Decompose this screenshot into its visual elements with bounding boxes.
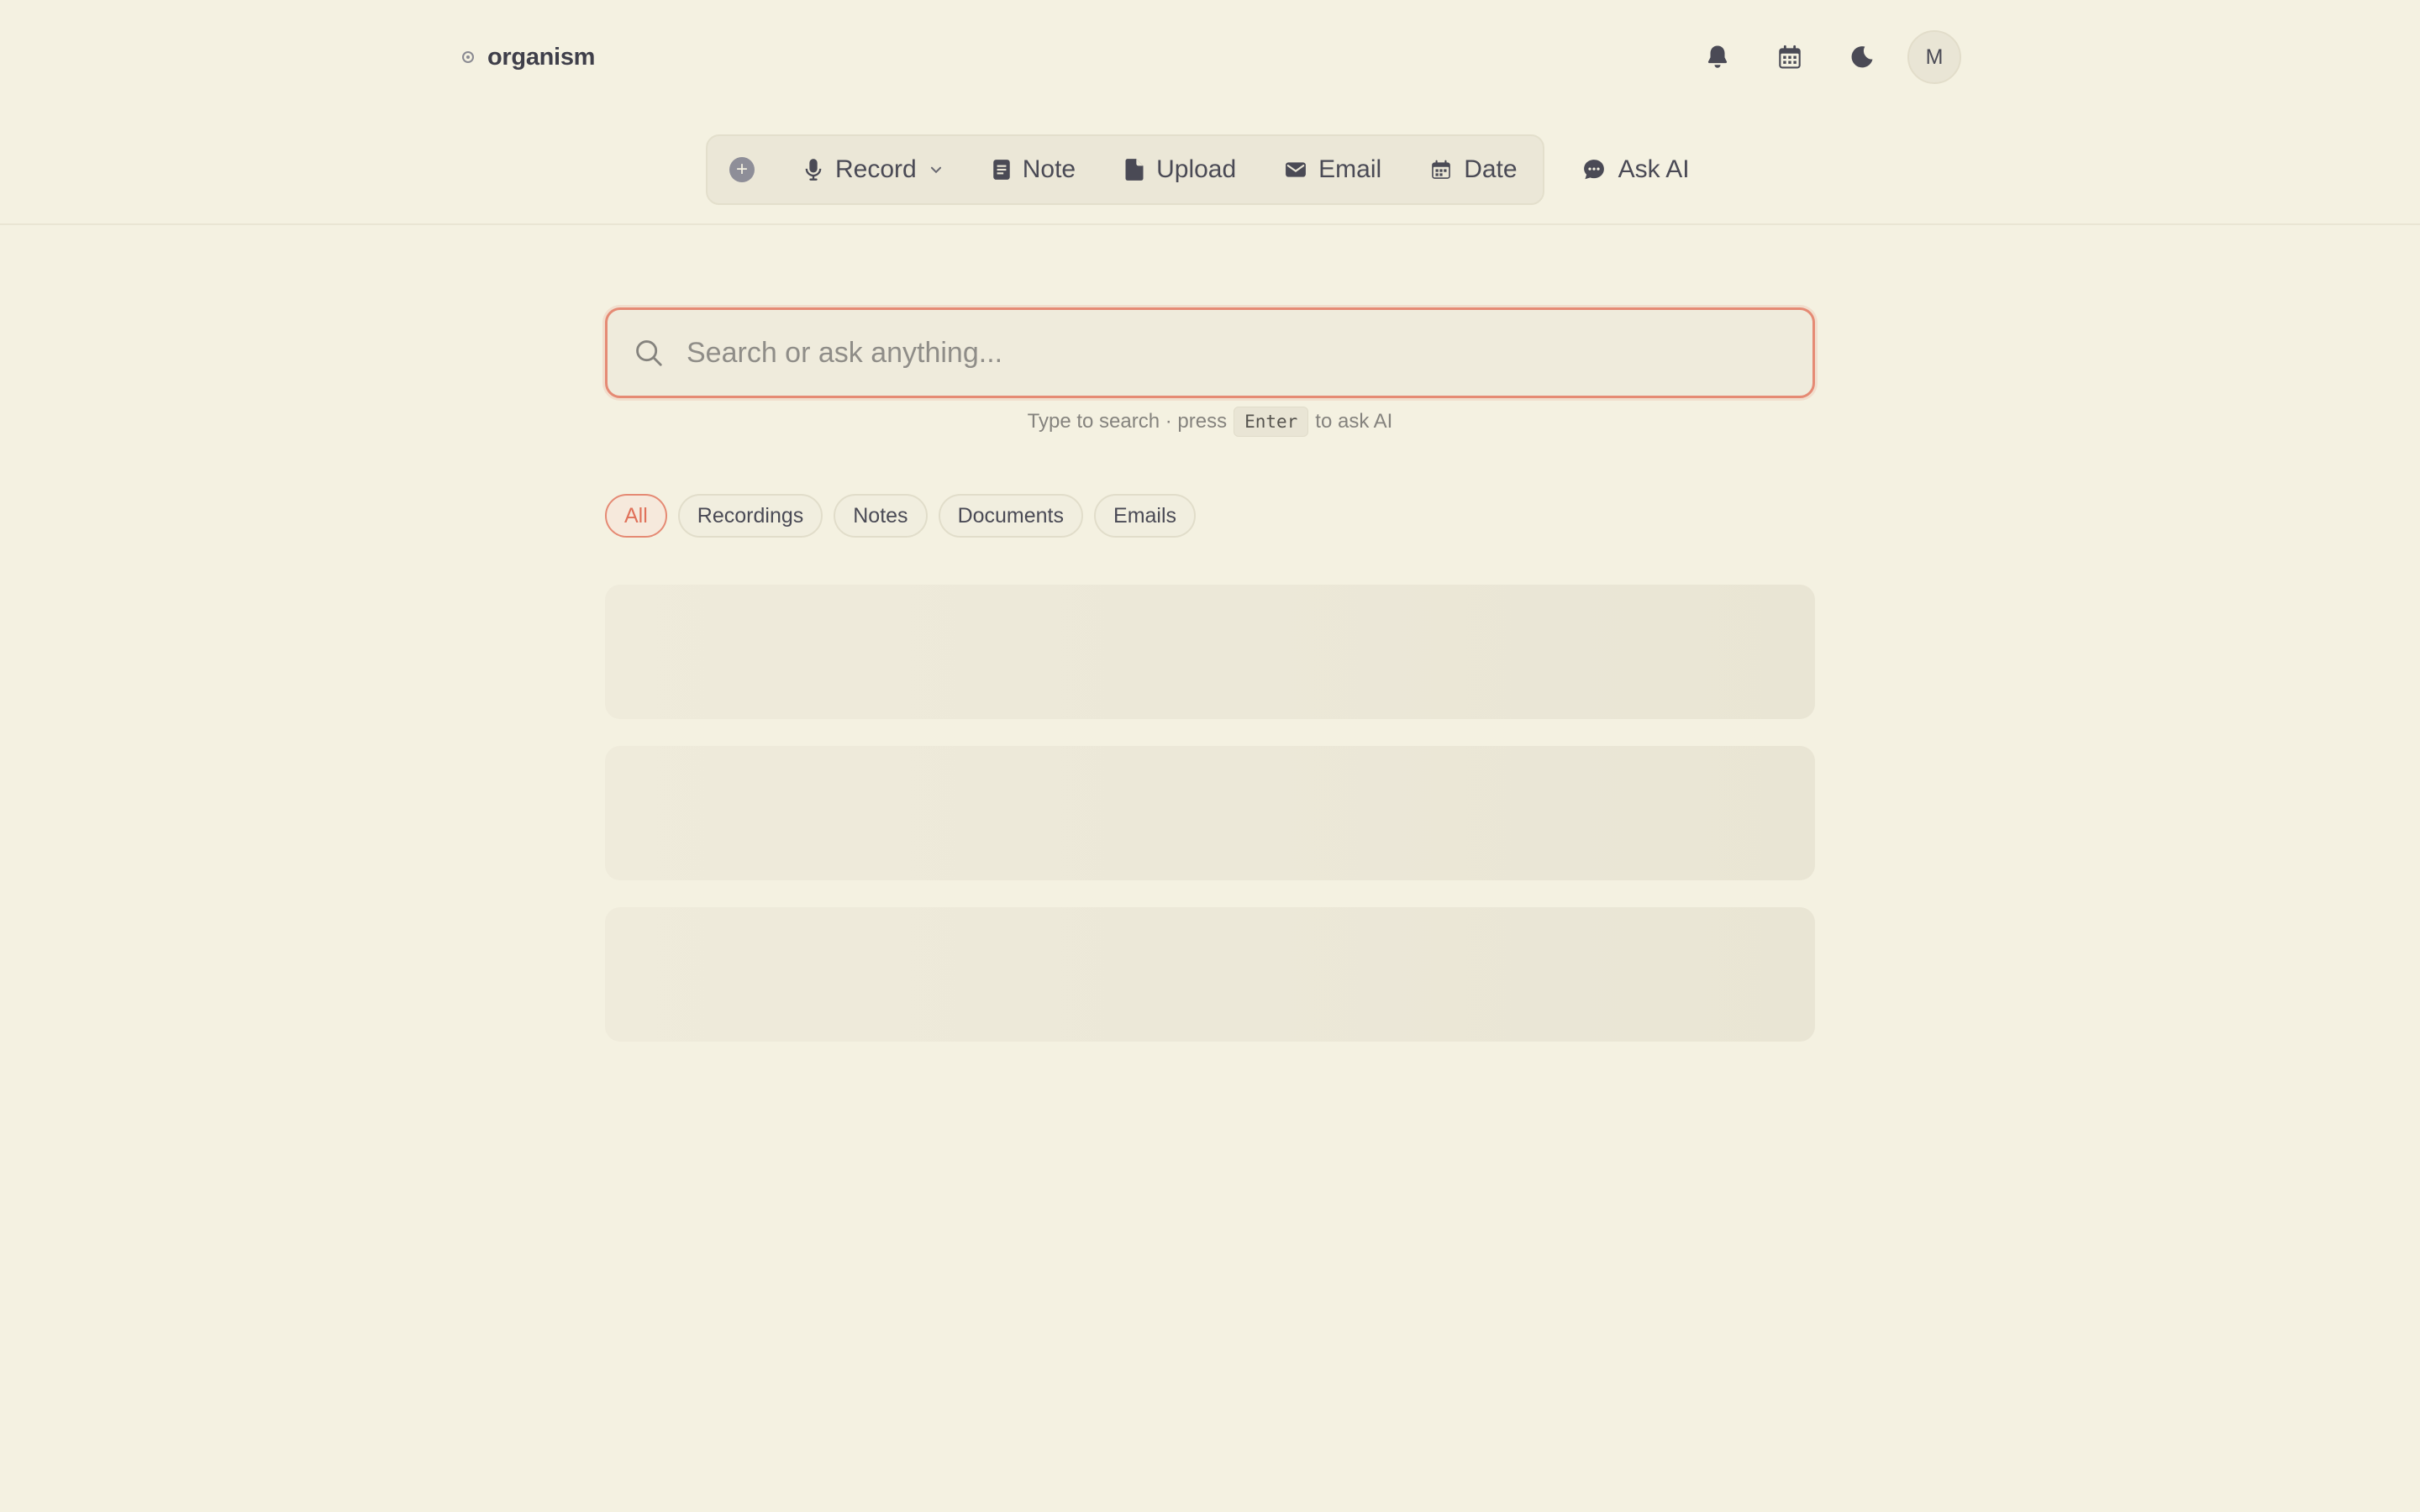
bell-icon (1707, 45, 1728, 68)
filter-chip-recordings[interactable]: Recordings (677, 494, 823, 538)
ask-ai-button[interactable]: Ask AI (1581, 144, 1690, 195)
plus-circle-icon[interactable]: + (729, 157, 755, 182)
loading-skeleton-card (605, 585, 1815, 719)
date-label: Date (1464, 155, 1518, 183)
record-label: Record (835, 155, 917, 183)
note-button[interactable]: Note (981, 144, 1087, 195)
email-label: Email (1318, 155, 1382, 183)
loading-skeleton-card (605, 746, 1815, 880)
upload-button[interactable]: Upload (1113, 144, 1248, 195)
search-input[interactable] (685, 319, 1812, 386)
hint-suffix: to ask AI (1315, 410, 1393, 433)
quick-actions-toolbar: + Record Note Upload Email Date Ask AI (706, 134, 1690, 205)
user-avatar[interactable]: M (1907, 30, 1961, 84)
logo-icon (462, 51, 474, 63)
envelope-icon (1286, 162, 1307, 177)
app-logo[interactable]: organism (462, 39, 595, 76)
calendar-icon (1432, 160, 1451, 179)
calendar-icon (1779, 45, 1801, 69)
filter-chip-notes[interactable]: Notes (834, 494, 928, 538)
app-header: organism M + Record Note Upload Email Da… (0, 0, 2420, 225)
note-label: Note (1022, 155, 1076, 183)
chat-bubble-icon (1583, 160, 1604, 180)
header-actions: M (1691, 30, 1961, 84)
loading-skeleton-card (605, 907, 1815, 1042)
record-button[interactable]: Record (792, 144, 955, 195)
calendar-button[interactable] (1763, 30, 1817, 84)
search-bar[interactable] (605, 307, 1815, 398)
email-button[interactable]: Email (1273, 144, 1393, 195)
enter-key-badge: Enter (1234, 407, 1309, 437)
search-hint: Type to search · press Enter to ask AI (605, 407, 1815, 437)
date-button[interactable]: Date (1418, 144, 1528, 195)
hint-prefix: Type to search · press (1027, 410, 1228, 433)
moon-icon (1851, 46, 1873, 68)
microphone-icon (805, 159, 822, 181)
upload-label: Upload (1156, 155, 1237, 183)
filter-chip-documents[interactable]: Documents (938, 494, 1084, 538)
filter-chips: All Recordings Notes Documents Emails (605, 494, 1207, 538)
notifications-button[interactable] (1691, 30, 1744, 84)
capture-actions-group: + Record Note Upload Email Date (706, 134, 1544, 205)
theme-toggle-button[interactable] (1835, 30, 1889, 84)
note-icon (992, 160, 1010, 180)
chevron-down-icon[interactable] (929, 162, 944, 177)
search-icon (636, 340, 662, 366)
filter-chip-all[interactable]: All (605, 494, 667, 538)
ask-ai-label: Ask AI (1618, 155, 1690, 183)
app-name: organism (487, 43, 596, 71)
filter-chip-emails[interactable]: Emails (1094, 494, 1197, 538)
document-icon (1125, 159, 1144, 181)
